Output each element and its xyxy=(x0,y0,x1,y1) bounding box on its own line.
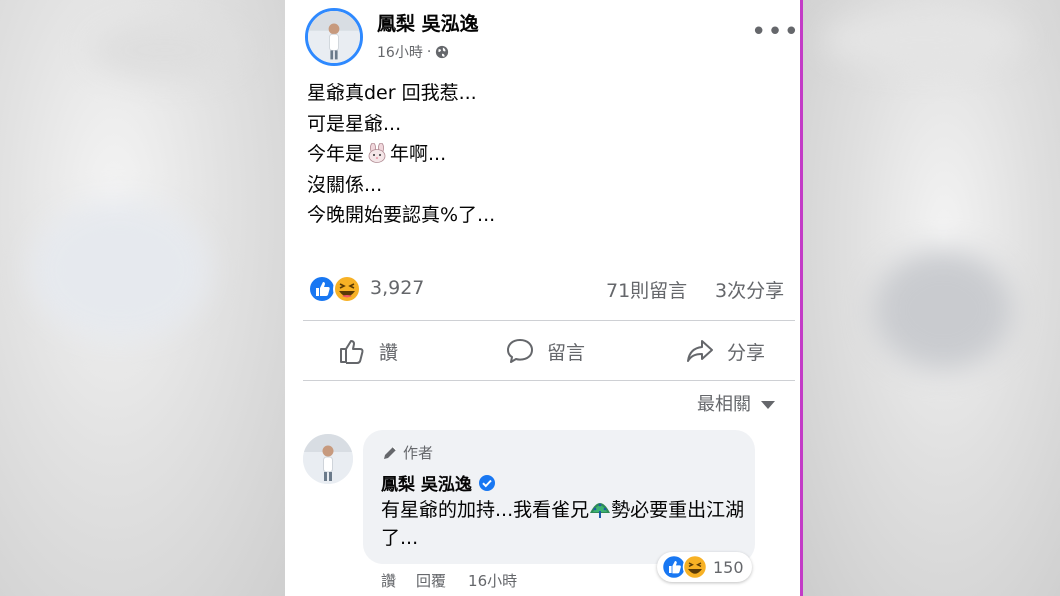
like-reaction-icon xyxy=(308,275,336,303)
comment-reply-button[interactable]: 回覆 xyxy=(416,570,446,591)
post-line-5: 今晚開始要認真%了... xyxy=(307,204,496,226)
sort-label: 最相關 xyxy=(697,394,751,415)
like-reaction-icon-small xyxy=(661,554,687,580)
reactions-summary-icons[interactable] xyxy=(307,274,367,304)
post-line-3-start: 今年是 xyxy=(307,143,365,165)
like-label: 讚 xyxy=(379,341,399,364)
author-tag-label: 作者 xyxy=(403,444,434,462)
comment-sort-dropdown[interactable]: 最相關 xyxy=(697,390,775,416)
comment-like-button[interactable]: 讚 xyxy=(381,570,396,591)
blurred-background-left xyxy=(0,0,285,596)
rabbit-emoji-icon xyxy=(368,143,386,163)
post-actions-bar: 讚 留言 分享 xyxy=(303,323,795,379)
speech-bubble-icon xyxy=(507,339,533,363)
post-stats: 3,927 71則留言 3次分享 xyxy=(307,272,795,306)
share-label: 分享 xyxy=(727,341,766,364)
like-button[interactable]: 讚 xyxy=(337,333,398,369)
post-line-4: 沒關係... xyxy=(307,173,383,196)
reactions-count[interactable]: 3,927 xyxy=(370,277,424,299)
share-arrow-icon xyxy=(687,340,713,362)
comment-reactions[interactable]: 150 xyxy=(657,552,752,582)
comments-count[interactable]: 71則留言 xyxy=(606,276,687,303)
verified-badge-icon xyxy=(478,474,495,491)
caret-down-icon xyxy=(761,400,775,409)
comment-label: 留言 xyxy=(547,341,586,364)
comment-text: 有星爺的加持...我看雀兄 勢必要重出江湖了... xyxy=(381,496,751,552)
meta-separator: · xyxy=(426,44,432,60)
comment-bubble: 作者 鳳梨 吳泓逸 有星爺的加持...我看雀兄 勢必要重出江湖了... xyxy=(363,430,755,564)
post-line-2: 可是星爺... xyxy=(307,112,402,135)
globe-icon xyxy=(436,45,449,59)
post-line-1: 星爺真der 回我惹... xyxy=(307,82,477,104)
author-avatar[interactable] xyxy=(305,8,363,66)
blurred-background-right xyxy=(803,0,1060,596)
commenter-avatar[interactable] xyxy=(303,434,353,484)
pencil-icon xyxy=(384,446,397,459)
comment-text-start: 有星爺的加持...我看雀兄 xyxy=(381,499,590,521)
comment-actions: 讚 回覆 16小時 xyxy=(381,570,517,591)
post-meta: 16小時 · xyxy=(377,42,449,62)
comment-time[interactable]: 16小時 xyxy=(468,570,517,591)
comment-reactions-count: 150 xyxy=(713,557,744,577)
comment-author: 鳳梨 吳泓逸 xyxy=(381,470,496,495)
facebook-post: 鳳梨 吳泓逸 16小時 · ••• 星爺真der 回我惹... 可是星爺... … xyxy=(285,0,800,596)
stats-divider xyxy=(303,320,795,321)
thumbs-up-icon xyxy=(340,340,364,364)
share-button[interactable]: 分享 xyxy=(685,333,765,369)
peacock-emoji-icon xyxy=(590,503,611,518)
author-tag: 作者 xyxy=(381,442,433,463)
frame-edge xyxy=(800,0,803,596)
haha-reaction-icon xyxy=(333,275,361,303)
post-line-3-end: 年啊... xyxy=(390,143,447,165)
comment-author-name[interactable]: 鳳梨 吳泓逸 xyxy=(381,470,472,495)
post-author-name[interactable]: 鳳梨 吳泓逸 xyxy=(377,9,479,36)
more-options-button[interactable]: ••• xyxy=(751,19,800,45)
actions-divider xyxy=(303,380,795,381)
shares-count[interactable]: 3次分享 xyxy=(715,276,784,303)
post-body: 星爺真der 回我惹... 可是星爺... 今年是 年啊... 沒關係... 今… xyxy=(307,78,495,231)
comment-button[interactable]: 留言 xyxy=(505,333,585,369)
haha-reaction-icon-small xyxy=(682,554,708,580)
comment-reaction-icons xyxy=(661,554,708,580)
post-line-3: 今年是 年啊... xyxy=(307,139,495,170)
post-time[interactable]: 16小時 xyxy=(377,42,423,62)
